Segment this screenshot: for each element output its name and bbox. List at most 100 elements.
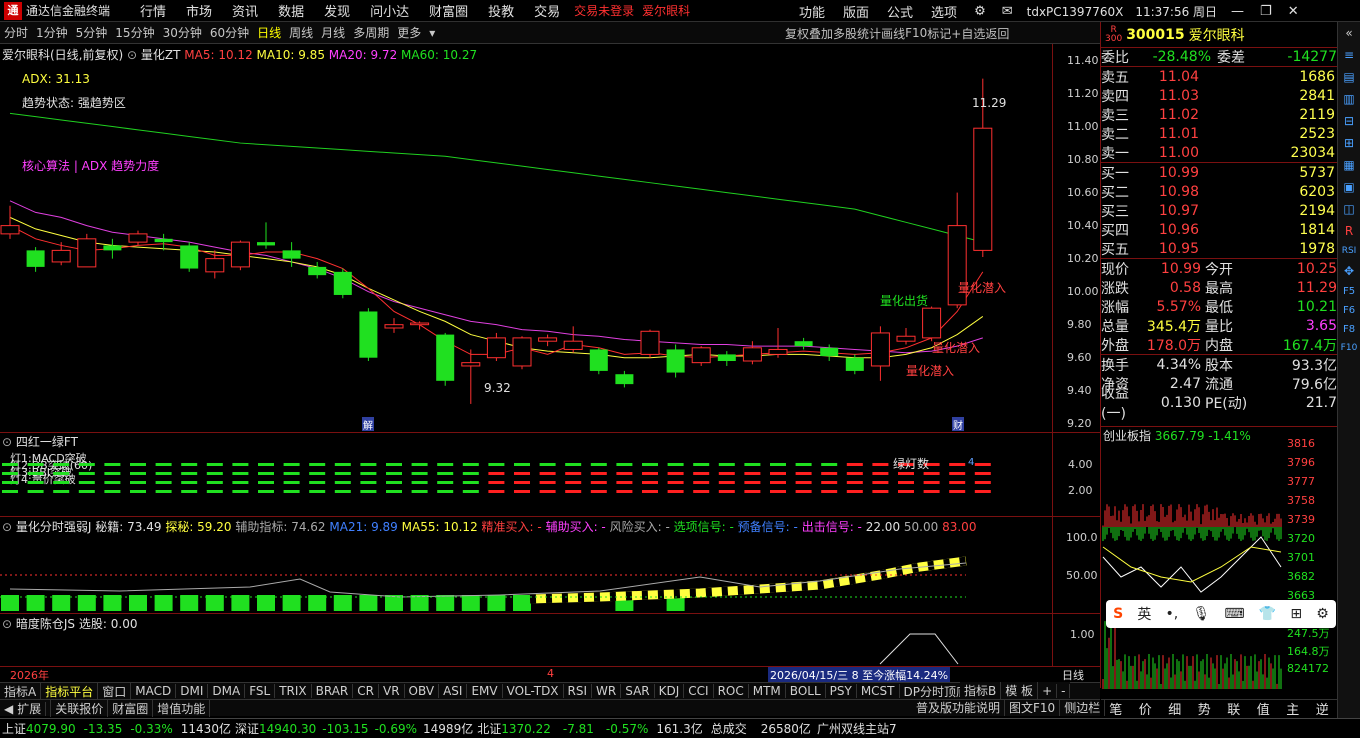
server-site[interactable]: 广州双线主站7 <box>817 720 897 737</box>
indicator-tab-21[interactable]: MTM <box>749 684 786 698</box>
quote-tab-4[interactable]: 联 <box>1227 699 1240 718</box>
indicator-tab-24[interactable]: MCST <box>857 684 900 698</box>
panel-stock-select[interactable]: ⊙ 暗度陈仓JS 选股: 0.00 1.00 <box>0 614 1095 666</box>
quote-tab-1[interactable]: 价 <box>1139 699 1152 718</box>
ime-lang[interactable]: 英 <box>1137 604 1151 624</box>
mini-index-chart[interactable]: 创业板指 3667.79 -1.41% 3816 3796 3777 3758 3739… <box>1101 426 1337 690</box>
f10-button[interactable]: F10 <box>905 26 927 40</box>
add-watchlist-button[interactable]: +自选 <box>951 25 985 42</box>
tab-wealth[interactable]: 财富圈 <box>108 699 154 717</box>
indicator-tab-23[interactable]: PSY <box>826 684 857 698</box>
menu-item-discover[interactable]: 发现 <box>324 1 350 20</box>
period-monthly[interactable]: 月线 <box>321 24 345 41</box>
period-30min[interactable]: 30分钟 <box>163 24 202 41</box>
menu-item-education[interactable]: 投教 <box>488 1 514 20</box>
sidebar-view-icon[interactable]: ◫ <box>1338 202 1360 216</box>
menu-item-options[interactable]: 选项 <box>931 2 957 21</box>
ime-punct-icon[interactable]: •, <box>1166 606 1179 622</box>
tab-value-added[interactable]: 增值功能 <box>153 699 211 717</box>
current-stock-link[interactable]: 爱尔眼科 <box>642 2 690 19</box>
menu-item-layout[interactable]: 版面 <box>843 2 869 21</box>
indicator-tab-19[interactable]: CCI <box>684 684 714 698</box>
sidebar-r-icon[interactable]: R <box>1338 224 1360 238</box>
sidebar-window-icon[interactable]: ▣ <box>1338 180 1360 194</box>
period-intraday[interactable]: 分时 <box>4 24 28 41</box>
indicator-tab-15[interactable]: RSI <box>564 684 593 698</box>
quote-tab-2[interactable]: 细 <box>1168 699 1181 718</box>
menu-item-data[interactable]: 数据 <box>278 1 304 20</box>
message-icon[interactable]: ✉ <box>1002 4 1013 19</box>
period-1min[interactable]: 1分钟 <box>36 24 68 41</box>
close-icon[interactable]: ✕ <box>1288 4 1299 19</box>
panel-intraday-strength[interactable]: ⊙ 量化分时强弱J 秘籍: 73.49 探秘: 59.20 辅助指标: 74.6… <box>0 517 1098 613</box>
mic-icon[interactable]: 🎙 <box>1192 606 1210 622</box>
settings-icon[interactable]: ⚙ <box>974 4 986 19</box>
menu-item-ask[interactable]: 问小达 <box>370 1 409 20</box>
stats-button[interactable]: 统计 <box>857 25 881 42</box>
period-daily[interactable]: 日线 <box>257 24 281 41</box>
period-60min[interactable]: 60分钟 <box>210 24 249 41</box>
main-chart-area[interactable]: 爱尔眼科(日线,前复权) ⊙ 量化ZT MA5: 10.12 MA10: 9.8… <box>0 44 1052 432</box>
menu-item-quotes[interactable]: 行情 <box>140 1 166 20</box>
indicator-tab-20[interactable]: ROC <box>714 684 749 698</box>
sidebar-panel-icon[interactable]: ▦ <box>1338 158 1360 172</box>
quote-tab-0[interactable]: 笔 <box>1109 699 1122 718</box>
period-5min[interactable]: 5分钟 <box>76 24 108 41</box>
indicator-tab-18[interactable]: KDJ <box>655 684 685 698</box>
expand-toggle[interactable]: ◀ 扩展 <box>0 699 52 717</box>
sidebar-hint-icon[interactable]: ≡ <box>1338 48 1360 62</box>
back-button[interactable]: 返回 <box>985 25 1009 42</box>
sidebar-collapse-icon[interactable]: « <box>1338 26 1360 40</box>
quote-tab-6[interactable]: 主 <box>1286 699 1299 718</box>
keyboard-icon[interactable]: ⌨ <box>1224 606 1244 622</box>
menu-item-market[interactable]: 市场 <box>186 1 212 20</box>
indicator-tab-6[interactable]: FSL <box>245 684 276 698</box>
sidebar-grid-icon[interactable]: ⊞ <box>1338 136 1360 150</box>
minimize-icon[interactable]: — <box>1231 4 1244 19</box>
indicator-tab-4[interactable]: DMI <box>176 684 209 698</box>
chevron-down-icon[interactable]: ▾ <box>429 26 435 40</box>
tab-basic-help[interactable]: 普及版功能说明 <box>912 699 1006 716</box>
sidebar-rsi-icon[interactable]: RSI <box>1338 246 1360 256</box>
quote-tab-5[interactable]: 值 <box>1257 699 1270 718</box>
period-15min[interactable]: 15分钟 <box>115 24 154 41</box>
indicator-tab-right-3[interactable]: - <box>1057 683 1071 698</box>
quote-tab-7[interactable]: 逆 <box>1316 699 1329 718</box>
sh-label[interactable]: 上证 <box>2 720 26 737</box>
indicator-tab-7[interactable]: TRIX <box>275 684 312 698</box>
period-multi[interactable]: 多周期 <box>353 24 389 41</box>
panel-four-red[interactable]: ⊙ 四红一绿FT 灯1:MACD突破 灯2:DB突破(60) 灯3:BBI突破 … <box>0 433 1093 516</box>
sz-label[interactable]: 深证 <box>235 720 259 737</box>
menu-item-trade[interactable]: 交易 <box>534 1 560 20</box>
bz-label[interactable]: 北证 <box>477 720 501 737</box>
indicator-tab-10[interactable]: VR <box>379 684 405 698</box>
indicator-tab-right-1[interactable]: 模 板 <box>1001 682 1039 699</box>
ime-settings-icon[interactable]: ⚙ <box>1316 606 1329 622</box>
sidebar-f10-icon[interactable]: F10 <box>1338 343 1360 353</box>
indicator-tab-22[interactable]: BOLL <box>786 684 826 698</box>
sidebar-f6-icon[interactable]: F6 <box>1338 305 1360 316</box>
event-mark-1[interactable]: 解 <box>362 417 374 432</box>
indicator-tab-17[interactable]: SAR <box>621 684 655 698</box>
grid-icon[interactable]: ⊞ <box>1290 606 1302 622</box>
indicator-tab-right-2[interactable]: + <box>1038 683 1058 698</box>
menu-item-formula[interactable]: 公式 <box>887 2 913 21</box>
indicator-tab-5[interactable]: DMA <box>208 684 246 698</box>
period-weekly[interactable]: 周线 <box>289 24 313 41</box>
restore-icon[interactable]: ❐ <box>1260 4 1272 19</box>
draw-button[interactable]: 画线 <box>881 25 905 42</box>
indicator-tab-12[interactable]: ASI <box>439 684 468 698</box>
indicator-tab-11[interactable]: OBV <box>405 684 440 698</box>
indicator-tab-13[interactable]: EMV <box>467 684 503 698</box>
indicator-tab-16[interactable]: WR <box>592 684 622 698</box>
adjust-button[interactable]: 复权 <box>785 25 809 42</box>
sidebar-chart-icon[interactable]: ▥ <box>1338 92 1360 106</box>
indicator-tab-2[interactable]: 窗口 <box>98 682 132 700</box>
menu-item-news[interactable]: 资讯 <box>232 1 258 20</box>
trade-login-warning[interactable]: 交易未登录 <box>574 2 634 19</box>
sidebar-move-icon[interactable]: ✥ <box>1338 264 1360 278</box>
indicator-tab-14[interactable]: VOL-TDX <box>503 684 564 698</box>
tab-sidebar[interactable]: 侧边栏 <box>1060 699 1106 716</box>
menu-item-wealth[interactable]: 财富圈 <box>429 1 468 20</box>
menu-item-function[interactable]: 功能 <box>799 2 825 21</box>
